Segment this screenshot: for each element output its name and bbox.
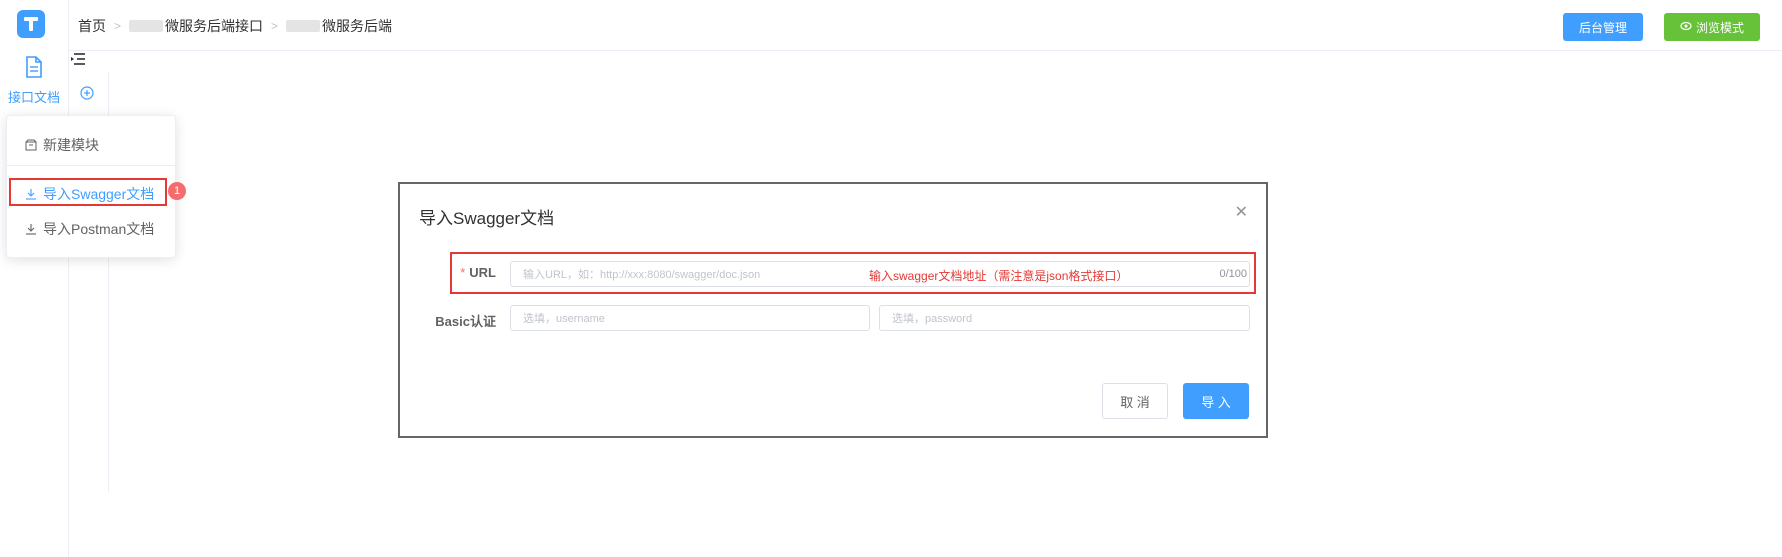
document-icon — [24, 56, 44, 82]
import-button[interactable]: 导 入 — [1183, 383, 1249, 419]
browse-mode-label: 浏览模式 — [1695, 20, 1744, 35]
redacted-text — [129, 20, 164, 32]
url-input-placeholder: 输入URL，如：http://xxx:8080/swagger/doc.json — [523, 269, 761, 281]
admin-button[interactable]: 后台管理 — [1563, 13, 1643, 41]
menu-item-new-module[interactable]: 新建模块 — [7, 130, 175, 160]
menu-item-import-postman[interactable]: 导入Postman文档 — [7, 214, 175, 244]
download-icon — [25, 223, 37, 235]
breadcrumb-project[interactable]: 微服务后端接口 — [165, 16, 263, 36]
chevron-right-icon: > — [271, 19, 279, 33]
url-label: * URL — [460, 265, 496, 280]
browse-mode-button[interactable]: 浏览模式 — [1664, 13, 1760, 41]
username-input[interactable]: 选填，username — [510, 305, 870, 331]
import-swagger-dialog: 导入Swagger文档 ✕ * URL 输入URL，如：http://xxx:80… — [398, 182, 1268, 438]
left-rail: 接口文档 — [0, 0, 69, 557]
collapse-menu-icon[interactable] — [70, 52, 86, 71]
breadcrumb-home[interactable]: 首页 — [78, 16, 106, 36]
password-placeholder: 选填，password — [892, 313, 973, 325]
basic-auth-label: Basic认证 — [435, 314, 496, 329]
cancel-button[interactable]: 取 消 — [1102, 383, 1168, 419]
menu-item-label: 新建模块 — [43, 137, 99, 153]
dialog-title: 导入Swagger文档 — [419, 209, 555, 228]
close-icon[interactable]: ✕ — [1235, 202, 1248, 222]
eye-icon — [1680, 20, 1692, 34]
box-icon — [25, 139, 37, 151]
chevron-right-icon: > — [114, 19, 122, 33]
add-circle-icon[interactable] — [80, 86, 94, 105]
breadcrumb: 首页 > 微服务后端接口 > 微服务后端 — [78, 16, 392, 36]
menu-item-label: 导入Postman文档 — [43, 221, 155, 237]
password-input[interactable]: 选填，password — [879, 305, 1250, 331]
breadcrumb-current: 微服务后端 — [322, 18, 393, 34]
redacted-text — [286, 20, 321, 32]
rail-item-api-docs[interactable]: 接口文档 — [0, 56, 68, 106]
top-header: 首页 > 微服务后端接口 > 微服务后端 — [68, 0, 1782, 51]
menu-divider — [7, 165, 175, 166]
annotation-highlight-box — [9, 178, 167, 206]
url-annotation-note: 输入swagger文档地址（需注意是json格式接口） — [869, 269, 1129, 283]
url-char-counter: 0/100 — [1219, 268, 1247, 280]
username-placeholder: 选填，username — [523, 313, 605, 325]
step-number-badge: 1 — [168, 182, 186, 200]
rail-item-label: 接口文档 — [7, 90, 60, 105]
app-logo-icon[interactable] — [17, 10, 45, 38]
